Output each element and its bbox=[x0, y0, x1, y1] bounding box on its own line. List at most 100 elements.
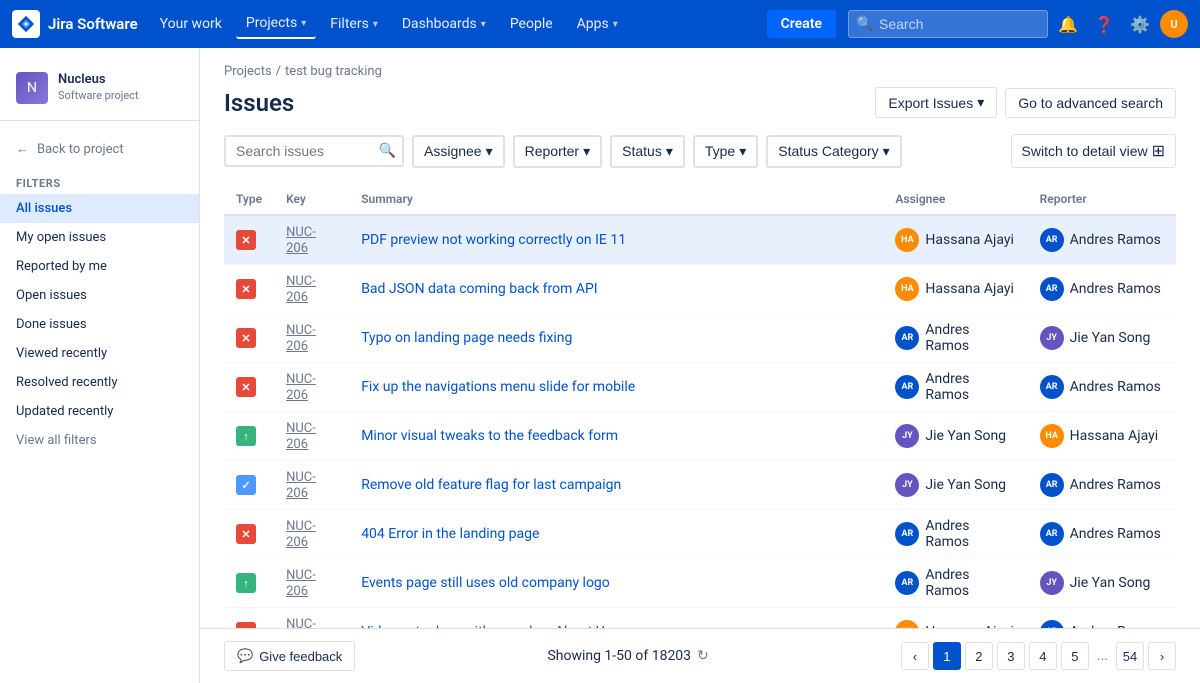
assignee-cell: HA Hassana Ajayi bbox=[895, 228, 1015, 252]
story-type-icon: ↑ bbox=[236, 426, 256, 446]
open-issues-label: Open issues bbox=[16, 288, 87, 303]
cell-type: ✕ bbox=[224, 510, 274, 559]
issue-summary-link[interactable]: Typo on landing page needs fixing bbox=[361, 330, 572, 346]
refresh-icon[interactable]: ↻ bbox=[697, 648, 709, 664]
cell-key: NUC-206 bbox=[274, 265, 349, 314]
issue-summary-link[interactable]: Bad JSON data coming back from API bbox=[361, 281, 597, 297]
assignee-name: Andres Ramos bbox=[925, 322, 1015, 354]
issue-summary-link[interactable]: Minor visual tweaks to the feedback form bbox=[361, 428, 618, 444]
issue-key-link[interactable]: NUC-206 bbox=[286, 519, 316, 550]
page-title: Issues bbox=[224, 89, 294, 117]
back-to-project-button[interactable]: ← Back to project bbox=[0, 133, 199, 165]
project-name: Nucleus bbox=[58, 72, 139, 89]
col-summary: Summary bbox=[349, 184, 883, 215]
nav-create-button[interactable]: Create bbox=[767, 10, 836, 38]
cell-type: ✓ bbox=[224, 461, 274, 510]
switch-view-button[interactable]: Switch to detail view ⊞ bbox=[1011, 134, 1176, 168]
table-header: Type Key Summary Assignee Reporter bbox=[224, 184, 1176, 215]
nav-people[interactable]: People bbox=[500, 10, 563, 38]
assignee-name: Jie Yan Song bbox=[925, 428, 1006, 444]
cell-reporter: AR Andres Ramos bbox=[1028, 265, 1176, 314]
reporter-avatar: AR bbox=[1040, 375, 1064, 399]
issue-key-link[interactable]: NUC-206 bbox=[286, 421, 316, 452]
page-5-button[interactable]: 5 bbox=[1061, 642, 1089, 670]
nav-your-work[interactable]: Your work bbox=[150, 10, 232, 38]
issue-key-link[interactable]: NUC-206 bbox=[286, 372, 316, 403]
showing-text-value: Showing 1-50 of 18203 bbox=[547, 648, 691, 664]
reporter-filter-button[interactable]: Reporter ▾ bbox=[513, 135, 603, 168]
issue-summary-link[interactable]: PDF preview not working correctly on IE … bbox=[361, 232, 626, 248]
task-type-icon: ✓ bbox=[236, 475, 256, 495]
sidebar-item-open-issues[interactable]: Open issues bbox=[0, 281, 199, 310]
sidebar-item-viewed-recently[interactable]: Viewed recently bbox=[0, 339, 199, 368]
assignee-avatar: HA bbox=[895, 277, 919, 301]
give-feedback-button[interactable]: 💬 Give feedback bbox=[224, 641, 355, 671]
grid-icon: ⊞ bbox=[1152, 141, 1165, 161]
sidebar-item-updated-recently[interactable]: Updated recently bbox=[0, 397, 199, 426]
user-avatar[interactable]: U bbox=[1160, 10, 1188, 38]
status-category-filter-button[interactable]: Status Category ▾ bbox=[766, 135, 901, 168]
settings-button[interactable]: ⚙️ bbox=[1124, 8, 1156, 40]
prev-page-button[interactable]: ‹ bbox=[901, 642, 929, 670]
notifications-button[interactable]: 🔔 bbox=[1052, 8, 1084, 40]
nav-projects[interactable]: Projects ▾ bbox=[236, 9, 316, 39]
bug-type-icon: ✕ bbox=[236, 279, 256, 299]
switch-view-label: Switch to detail view bbox=[1022, 143, 1148, 159]
issue-key-link[interactable]: NUC-206 bbox=[286, 225, 316, 256]
updated-recently-label: Updated recently bbox=[16, 404, 113, 419]
search-input[interactable] bbox=[848, 10, 1048, 38]
cell-summary: Bad JSON data coming back from API bbox=[349, 265, 883, 314]
feedback-icon: 💬 bbox=[237, 648, 253, 664]
page-1-button[interactable]: 1 bbox=[933, 642, 961, 670]
help-button[interactable]: ❓ bbox=[1088, 8, 1120, 40]
page-54-button[interactable]: 54 bbox=[1116, 642, 1144, 670]
col-key: Key bbox=[274, 184, 349, 215]
export-issues-button[interactable]: Export Issues ▾ bbox=[875, 87, 997, 118]
status-category-label: Status Category bbox=[778, 143, 878, 159]
issue-key-link[interactable]: NUC-206 bbox=[286, 568, 316, 599]
page-4-button[interactable]: 4 bbox=[1029, 642, 1057, 670]
cell-reporter: JY Jie Yan Song bbox=[1028, 559, 1176, 608]
assignee-filter-button[interactable]: Assignee ▾ bbox=[412, 135, 505, 168]
issue-summary-link[interactable]: Events page still uses old company logo bbox=[361, 575, 610, 591]
view-all-filters-link[interactable]: View all filters bbox=[0, 426, 199, 455]
issue-summary-link[interactable]: Fix up the navigations menu slide for mo… bbox=[361, 379, 635, 395]
cell-key: NUC-206 bbox=[274, 510, 349, 559]
type-filter-button[interactable]: Type ▾ bbox=[693, 135, 758, 168]
cell-assignee: JY Jie Yan Song bbox=[883, 461, 1027, 510]
breadcrumb-projects-link[interactable]: Projects bbox=[224, 64, 272, 79]
main-layout: N Nucleus Software project ← Back to pro… bbox=[0, 48, 1200, 683]
breadcrumb-project-link[interactable]: test bug tracking bbox=[285, 64, 382, 79]
table-row: ↑ NUC-206 Minor visual tweaks to the fee… bbox=[224, 412, 1176, 461]
issue-summary-link[interactable]: 404 Error in the landing page bbox=[361, 526, 539, 542]
sidebar-item-resolved-recently[interactable]: Resolved recently bbox=[0, 368, 199, 397]
page-3-button[interactable]: 3 bbox=[997, 642, 1025, 670]
issue-key-link[interactable]: NUC-206 bbox=[286, 323, 316, 354]
nav-apps[interactable]: Apps ▾ bbox=[567, 10, 628, 38]
advanced-search-button[interactable]: Go to advanced search bbox=[1005, 88, 1176, 118]
issue-key-link[interactable]: NUC-206 bbox=[286, 274, 316, 305]
sidebar-item-reported-by-me[interactable]: Reported by me bbox=[0, 252, 199, 281]
next-page-button[interactable]: › bbox=[1148, 642, 1176, 670]
nav-dashboards[interactable]: Dashboards ▾ bbox=[392, 10, 496, 38]
status-filter-button[interactable]: Status ▾ bbox=[610, 135, 685, 168]
issue-key-link[interactable]: NUC-206 bbox=[286, 470, 316, 501]
cell-type: ✕ bbox=[224, 215, 274, 265]
sidebar-item-all-issues[interactable]: All issues bbox=[0, 194, 199, 223]
page-2-button[interactable]: 2 bbox=[965, 642, 993, 670]
nav-filters[interactable]: Filters ▾ bbox=[320, 10, 388, 38]
filter-bar: 🔍 Assignee ▾ Reporter ▾ Status ▾ Type ▾ bbox=[224, 134, 1176, 168]
sidebar-item-done-issues[interactable]: Done issues bbox=[0, 310, 199, 339]
jira-logo[interactable]: Jira Software bbox=[12, 10, 138, 38]
table-row: ✕ NUC-206 Bad JSON data coming back from… bbox=[224, 265, 1176, 314]
back-label: Back to project bbox=[37, 142, 124, 157]
search-issues-input[interactable] bbox=[224, 135, 404, 167]
cell-assignee: AR Andres Ramos bbox=[883, 314, 1027, 363]
cell-key: NUC-206 bbox=[274, 314, 349, 363]
export-label: Export Issues bbox=[888, 95, 973, 111]
sidebar-item-my-open-issues[interactable]: My open issues bbox=[0, 223, 199, 252]
filters-chevron-icon: ▾ bbox=[373, 19, 378, 30]
assignee-name: Hassana Ajayi bbox=[925, 232, 1014, 248]
issue-summary-link[interactable]: Remove old feature flag for last campaig… bbox=[361, 477, 621, 493]
reporter-cell: AR Andres Ramos bbox=[1040, 522, 1164, 546]
